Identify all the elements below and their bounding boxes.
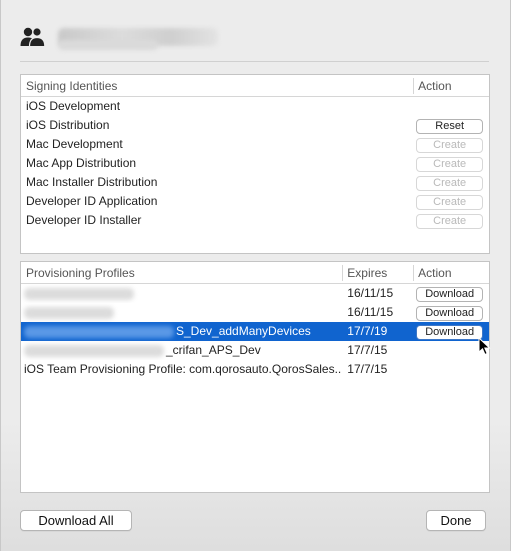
create-button[interactable]: Create <box>416 176 484 191</box>
signing-identities-table: Signing Identities Action iOS Developmen… <box>20 74 490 254</box>
column-header-provisioning-profiles[interactable]: Provisioning Profiles <box>21 262 342 284</box>
account-subtitle <box>58 40 158 50</box>
column-header-signing-identities[interactable]: Signing Identities <box>21 75 413 97</box>
profile-action-cell: Download <box>413 284 489 303</box>
signing-identity-action-cell: Reset <box>413 116 489 135</box>
download-profile-button[interactable]: Download <box>416 287 484 302</box>
signing-identity-row[interactable]: iOS Distribution Reset <box>21 116 489 135</box>
create-button[interactable]: Create <box>416 157 484 172</box>
header-divider <box>20 61 489 62</box>
provisioning-profile-row[interactable]: S_Dev_addManyDevices 17/7/19 Download <box>21 322 489 341</box>
column-header-expires[interactable]: Expires <box>342 262 413 284</box>
signing-identities-header: Signing Identities Action <box>21 75 489 97</box>
column-header-action[interactable]: Action <box>413 75 489 97</box>
provisioning-profile-row[interactable]: iOS Team Provisioning Profile: com.qoros… <box>21 360 489 379</box>
provisioning-profile-row[interactable]: _crifan_APS_Dev 17/7/15 <box>21 341 489 360</box>
create-button[interactable]: Create <box>416 195 484 210</box>
download-all-button[interactable]: Download All <box>20 510 132 531</box>
provisioning-profile-row[interactable]: 16/11/15 Download <box>21 303 489 322</box>
profile-expires: 16/11/15 <box>347 286 394 300</box>
profile-action-cell <box>413 360 489 379</box>
signing-identity-action-cell: Create <box>413 211 489 230</box>
provisioning-profile-name <box>21 284 342 303</box>
signing-identity-action-cell: Create <box>413 173 489 192</box>
profile-expires: 16/11/15 <box>347 305 394 319</box>
download-profile-button[interactable]: Download <box>416 325 484 340</box>
mouse-pointer-icon <box>478 337 491 356</box>
provisioning-profile-name <box>21 303 342 322</box>
signing-identity-row[interactable]: Developer ID Installer Create <box>21 211 489 230</box>
create-button[interactable]: Create <box>416 214 484 229</box>
signing-identity-name: iOS Development <box>26 99 121 113</box>
redacted-profile-name <box>24 287 134 300</box>
signing-identity-row[interactable]: Mac App Distribution Create <box>21 154 489 173</box>
redacted-profile-name <box>24 306 114 319</box>
provisioning-profiles-header: Provisioning Profiles Expires Action <box>21 262 489 284</box>
signing-identity-action-cell <box>413 97 489 116</box>
signing-identity-name: Developer ID Application <box>26 194 158 208</box>
signing-identity-row[interactable]: iOS Development <box>21 97 489 116</box>
signing-identity-name: Mac Installer Distribution <box>26 175 158 189</box>
download-profile-button[interactable]: Download <box>416 306 484 321</box>
provisioning-profile-row[interactable]: 16/11/15 Download <box>21 284 489 303</box>
provisioning-profiles-table: Provisioning Profiles Expires Action 16/… <box>20 261 490 493</box>
column-header-action[interactable]: Action <box>413 262 489 284</box>
redacted-profile-name <box>24 344 164 357</box>
profile-expires: 17/7/15 <box>347 362 388 376</box>
team-icon <box>20 25 46 49</box>
signing-identity-action-cell: Create <box>413 135 489 154</box>
profile-action-cell: Download <box>413 303 489 322</box>
profile-expires: 17/7/19 <box>347 324 388 338</box>
reset-button[interactable]: Reset <box>416 119 484 134</box>
signing-identity-action-cell: Create <box>413 192 489 211</box>
provisioning-profile-name: _crifan_APS_Dev <box>21 341 342 360</box>
signing-identity-name: Mac App Distribution <box>26 156 137 170</box>
profile-expires: 17/7/15 <box>347 343 388 357</box>
signing-identity-name: Mac Development <box>26 137 123 151</box>
redacted-profile-name <box>24 325 174 338</box>
profile-name-text: S_Dev_addManyDevices <box>176 324 311 338</box>
signing-identity-action-cell: Create <box>413 154 489 173</box>
signing-identity-name: iOS Distribution <box>26 118 110 132</box>
signing-identity-name: Developer ID Installer <box>26 213 142 227</box>
profile-name-text: iOS Team Provisioning Profile: com.qoros… <box>24 362 343 376</box>
profile-name-text: _crifan_APS_Dev <box>166 343 261 357</box>
provisioning-profile-name: S_Dev_addManyDevices <box>21 322 342 341</box>
signing-identity-row[interactable]: Mac Installer Distribution Create <box>21 173 489 192</box>
provisioning-profile-name: iOS Team Provisioning Profile: com.qoros… <box>21 360 342 379</box>
create-button[interactable]: Create <box>416 138 484 153</box>
signing-identity-row[interactable]: Developer ID Application Create <box>21 192 489 211</box>
signing-identity-row[interactable]: Mac Development Create <box>21 135 489 154</box>
done-button[interactable]: Done <box>426 510 486 531</box>
